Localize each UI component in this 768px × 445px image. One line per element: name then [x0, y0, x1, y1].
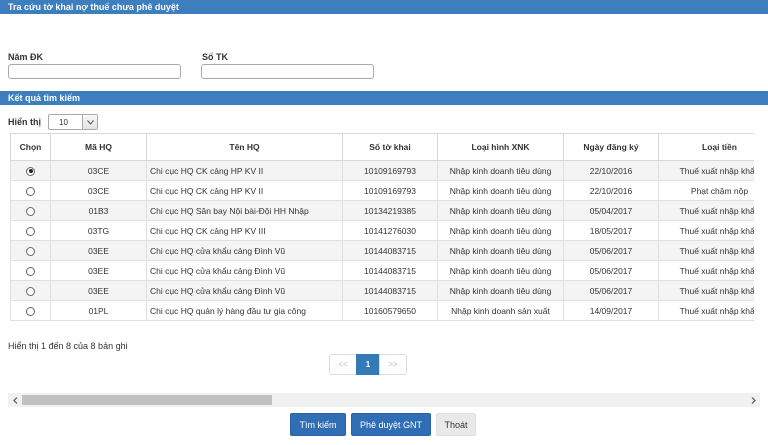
ngay-dang-ky-cell: 05/06/2017: [563, 260, 659, 281]
table-header-row: Chọn Mã HQ Tên HQ Số tờ khai Loại hình X…: [10, 133, 754, 161]
ngay-dang-ky-cell: 18/05/2017: [563, 220, 659, 241]
scrollbar-thumb[interactable]: [22, 395, 272, 405]
table-row[interactable]: 01PL Chi cục HQ quản lý hàng đầu tư gia …: [10, 300, 754, 321]
table-row[interactable]: 03TG Chi cục HQ CK cảng HP KV III 101412…: [10, 220, 754, 241]
ma-hq-cell: 01PL: [50, 300, 147, 321]
ma-hq-cell: 03EE: [50, 260, 147, 281]
loai-tien-cell: Thuế xuất nhập khẩu: [658, 300, 754, 321]
so-to-khai-cell: 10134219385: [342, 200, 438, 221]
so-to-khai-cell: 10144083715: [342, 240, 438, 261]
loai-hinh-cell: Nhập kinh doanh tiêu dùng: [437, 160, 564, 181]
loai-tien-cell: Thuế xuất nhập khẩu: [658, 260, 754, 281]
so-to-khai-cell: 10144083715: [342, 260, 438, 281]
loai-hinh-cell: Nhập kinh doanh tiêu dùng: [437, 200, 564, 221]
row-select-radio[interactable]: [26, 166, 35, 176]
ma-hq-cell: 03TG: [50, 220, 147, 241]
column-header-loai-hinh: Loại hình XNK: [437, 133, 564, 161]
so-to-khai-cell: 10109169793: [342, 160, 438, 181]
loai-tien-cell: Phạt chậm nộp: [658, 180, 754, 201]
results-panel-header: Kết quả tìm kiếm: [0, 91, 768, 105]
row-select-radio[interactable]: [26, 246, 35, 256]
pagination-page-current[interactable]: 1: [356, 354, 380, 375]
exit-button[interactable]: Thoát: [436, 413, 476, 436]
so-to-khai-cell: 10109169793: [342, 180, 438, 201]
page-size-value: 10: [59, 118, 68, 127]
pagination-next[interactable]: >>: [379, 354, 407, 375]
ma-hq-cell: 03EE: [50, 240, 147, 261]
nam-dk-label: Năm ĐK: [8, 52, 44, 62]
ngay-dang-ky-cell: 05/04/2017: [563, 200, 659, 221]
table-row[interactable]: 03EE Chi cục HQ cửa khẩu cảng Đình Vũ 10…: [10, 240, 754, 261]
column-header-ten-hq: Tên HQ: [146, 133, 343, 161]
ngay-dang-ky-cell: 05/06/2017: [563, 240, 659, 261]
so-tk-label: Số TK: [202, 52, 228, 62]
column-header-ngay-dang-ky: Ngày đăng ký: [563, 133, 659, 161]
page-size-label: Hiển thị: [8, 117, 41, 127]
so-tk-input[interactable]: [201, 64, 374, 79]
ma-hq-cell: 03CE: [50, 180, 147, 201]
loai-tien-cell: Thuế xuất nhập khẩu: [658, 280, 754, 301]
search-panel-header: Tra cứu tờ khai nợ thuế chưa phê duyệt: [0, 0, 768, 14]
table-row[interactable]: 01B3 Chi cục HQ Sân bay Nội bài-Đội HH N…: [10, 200, 754, 221]
row-select-radio[interactable]: [26, 266, 35, 276]
ngay-dang-ky-cell: 22/10/2016: [563, 180, 659, 201]
so-to-khai-cell: 10144083715: [342, 280, 438, 301]
loai-tien-cell: Thuế xuất nhập khẩu: [658, 220, 754, 241]
left-arrow-icon[interactable]: [8, 393, 22, 407]
horizontal-scrollbar[interactable]: [8, 393, 760, 407]
column-header-loai-tien: Loại tiền: [658, 133, 754, 161]
ngay-dang-ky-cell: 14/09/2017: [563, 300, 659, 321]
action-bar: Tìm kiếm Phê duyệt GNT Thoát: [290, 413, 481, 436]
column-header-so-to-khai: Số tờ khai: [342, 133, 438, 161]
column-header-chon: Chọn: [10, 133, 51, 161]
results-table-container: Chọn Mã HQ Tên HQ Số tờ khai Loại hình X…: [10, 133, 754, 329]
so-to-khai-cell: 10160579650: [342, 300, 438, 321]
ten-hq-cell: Chi cục HQ CK cảng HP KV III: [146, 220, 343, 241]
records-info: Hiển thị 1 đến 8 của 8 bản ghi: [8, 341, 128, 351]
loai-hinh-cell: Nhập kinh doanh tiêu dùng: [437, 280, 564, 301]
row-select-radio[interactable]: [26, 186, 35, 196]
ten-hq-cell: Chi cục HQ CK cảng HP KV II: [146, 160, 343, 181]
results-table: Chọn Mã HQ Tên HQ Số tờ khai Loại hình X…: [10, 133, 754, 321]
right-arrow-icon[interactable]: [746, 393, 760, 407]
ten-hq-cell: Chi cục HQ quản lý hàng đầu tư gia công: [146, 300, 343, 321]
table-row[interactable]: 03EE Chi cục HQ cửa khẩu cảng Đình Vũ 10…: [10, 280, 754, 301]
loai-tien-cell: Thuế xuất nhập khẩu: [658, 200, 754, 221]
approve-gnt-button[interactable]: Phê duyệt GNT: [351, 413, 431, 436]
loai-hinh-cell: Nhập kinh doanh tiêu dùng: [437, 180, 564, 201]
ngay-dang-ky-cell: 05/06/2017: [563, 280, 659, 301]
so-to-khai-cell: 10141276030: [342, 220, 438, 241]
ten-hq-cell: Chi cục HQ cửa khẩu cảng Đình Vũ: [146, 260, 343, 281]
table-row[interactable]: 03CE Chi cục HQ CK cảng HP KV II 1010916…: [10, 160, 754, 181]
column-header-ma-hq: Mã HQ: [50, 133, 147, 161]
table-row[interactable]: 03EE Chi cục HQ cửa khẩu cảng Đình Vũ 10…: [10, 260, 754, 281]
row-select-radio[interactable]: [26, 286, 35, 296]
loai-tien-cell: Thuế xuất nhập khẩu: [658, 240, 754, 261]
loai-hinh-cell: Nhập kinh doanh sản xuất: [437, 300, 564, 321]
ma-hq-cell: 03EE: [50, 280, 147, 301]
search-button[interactable]: Tìm kiếm: [290, 413, 346, 436]
chevron-down-icon[interactable]: [82, 115, 97, 129]
row-select-radio[interactable]: [26, 306, 35, 316]
ten-hq-cell: Chi cục HQ Sân bay Nội bài-Đội HH Nhập: [146, 200, 343, 221]
ten-hq-cell: Chi cục HQ cửa khẩu cảng Đình Vũ: [146, 280, 343, 301]
nam-dk-input[interactable]: [8, 64, 181, 79]
row-select-radio[interactable]: [26, 206, 35, 216]
ten-hq-cell: Chi cục HQ CK cảng HP KV II: [146, 180, 343, 201]
row-select-radio[interactable]: [26, 226, 35, 236]
ngay-dang-ky-cell: 22/10/2016: [563, 160, 659, 181]
ten-hq-cell: Chi cục HQ cửa khẩu cảng Đình Vũ: [146, 240, 343, 261]
loai-hinh-cell: Nhập kinh doanh tiêu dùng: [437, 260, 564, 281]
loai-tien-cell: Thuế xuất nhập khẩu: [658, 160, 754, 181]
ma-hq-cell: 01B3: [50, 200, 147, 221]
loai-hinh-cell: Nhập kinh doanh tiêu dùng: [437, 240, 564, 261]
page-size-select[interactable]: 10: [48, 114, 98, 130]
table-row[interactable]: 03CE Chi cục HQ CK cảng HP KV II 1010916…: [10, 180, 754, 201]
loai-hinh-cell: Nhập kinh doanh tiêu dùng: [437, 220, 564, 241]
pagination-prev[interactable]: <<: [329, 354, 357, 375]
pagination: << 1 >>: [329, 354, 407, 375]
ma-hq-cell: 03CE: [50, 160, 147, 181]
